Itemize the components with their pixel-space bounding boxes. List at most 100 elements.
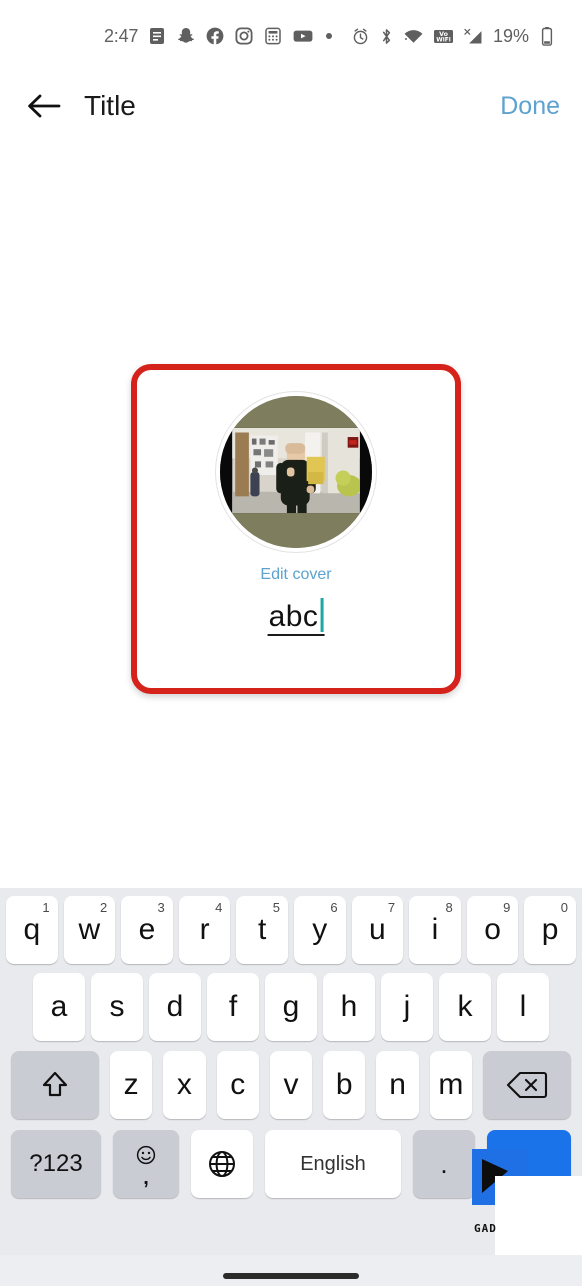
key-y[interactable]: 6y <box>293 896 346 964</box>
language-switch-key[interactable] <box>191 1130 253 1198</box>
key-j[interactable]: j <box>381 973 433 1041</box>
key-p-label: p <box>541 913 559 946</box>
backspace-key[interactable] <box>482 1051 571 1119</box>
key-v[interactable]: v <box>269 1051 313 1119</box>
cover-avatar[interactable] <box>216 392 376 552</box>
main-content: Edit cover abc <box>0 140 582 888</box>
text-caret <box>320 598 324 632</box>
key-q-label: q <box>23 913 41 946</box>
youtube-icon <box>292 26 314 46</box>
wifi-icon <box>403 27 424 46</box>
key-y-label: y <box>312 913 328 946</box>
key-i-number: 8 <box>445 900 453 915</box>
key-k[interactable]: k <box>439 973 491 1041</box>
key-w[interactable]: 2w <box>63 896 116 964</box>
key-g[interactable]: g <box>265 973 317 1041</box>
key-o-number: 9 <box>503 900 511 915</box>
battery-percent-label: 19% <box>492 25 529 46</box>
keyboard-row-3: z x c v b n m <box>0 1044 582 1122</box>
key-s[interactable]: s <box>91 973 143 1041</box>
status-bar-left-group: 2:47 <box>104 26 335 47</box>
emoji-comma-key[interactable]: , <box>113 1130 179 1198</box>
key-f[interactable]: f <box>207 973 259 1041</box>
key-r-number: 4 <box>215 900 223 915</box>
key-b-label: b <box>335 1068 353 1101</box>
key-f-label: f <box>228 990 238 1023</box>
facebook-icon <box>205 26 225 46</box>
key-e-label: e <box>138 913 156 946</box>
key-s-label: s <box>109 990 125 1023</box>
key-d-label: d <box>166 990 184 1023</box>
messages-icon <box>147 26 167 46</box>
key-t-label: t <box>258 913 267 946</box>
page-title: Title <box>84 90 136 121</box>
battery-icon <box>540 26 554 47</box>
snapchat-icon <box>176 26 196 46</box>
key-h[interactable]: h <box>323 973 375 1041</box>
key-d[interactable]: d <box>149 973 201 1041</box>
alarm-icon <box>351 27 370 46</box>
period-key[interactable]: . <box>413 1130 475 1198</box>
key-q[interactable]: 1q <box>6 896 58 964</box>
watermark-white-block <box>495 1176 582 1255</box>
key-t[interactable]: 5t <box>236 896 288 964</box>
key-w-label: w <box>78 913 101 946</box>
name-input-field[interactable]: abc <box>267 598 325 636</box>
key-m[interactable]: m <box>429 1051 472 1119</box>
status-bar-clock: 2:47 <box>104 25 139 46</box>
vowifi-icon: Vo WiFi <box>433 27 454 46</box>
shift-arrow-icon <box>42 1071 68 1097</box>
space-key-label: English <box>300 1153 366 1175</box>
space-key[interactable]: English <box>265 1130 401 1198</box>
key-p-number: 0 <box>560 900 568 915</box>
key-r[interactable]: 4r <box>178 896 231 964</box>
key-m-label: m <box>438 1068 464 1101</box>
done-button[interactable]: Done <box>500 92 560 121</box>
key-i[interactable]: 8i <box>409 896 461 964</box>
key-q-number: 1 <box>42 900 50 915</box>
symbols-key-label: ?123 <box>29 1150 83 1177</box>
key-x[interactable]: x <box>163 1051 206 1119</box>
key-p[interactable]: 0p <box>524 896 576 964</box>
highlight-annotation-box: Edit cover abc <box>131 364 461 694</box>
cover-image <box>220 396 372 548</box>
key-n[interactable]: n <box>376 1051 419 1119</box>
key-e[interactable]: 3e <box>121 896 173 964</box>
key-a[interactable]: a <box>33 973 85 1041</box>
phone-screen: 2:47 Vo WiFi 19% Title Done Edit cover a… <box>0 0 582 1286</box>
symbols-key[interactable]: ?123 <box>11 1130 101 1198</box>
status-bar-right-group: Vo WiFi 19% <box>351 26 554 47</box>
gesture-nav-pill[interactable] <box>223 1273 359 1279</box>
key-u-label: u <box>369 913 386 946</box>
key-l-label: l <box>519 990 527 1023</box>
back-arrow-icon <box>28 94 61 118</box>
key-k-label: k <box>457 990 473 1023</box>
shift-key[interactable] <box>11 1051 99 1119</box>
key-e-number: 3 <box>157 900 165 915</box>
app-bar: Title Done <box>0 72 582 140</box>
key-r-label: r <box>199 913 210 946</box>
bluetooth-icon <box>379 27 394 46</box>
key-c-label: c <box>230 1068 246 1101</box>
name-input-value: abc <box>268 599 319 633</box>
key-c[interactable]: c <box>216 1051 259 1119</box>
edit-cover-link[interactable]: Edit cover <box>137 566 455 584</box>
keyboard-row-2: a s d f g h j k l <box>0 966 582 1044</box>
key-z-label: z <box>123 1068 139 1101</box>
key-b[interactable]: b <box>323 1051 366 1119</box>
key-n-label: n <box>389 1068 406 1101</box>
key-o-label: o <box>484 913 501 946</box>
back-button[interactable] <box>22 84 66 128</box>
key-g-label: g <box>282 990 300 1023</box>
key-z[interactable]: z <box>110 1051 153 1119</box>
key-a-label: a <box>50 990 68 1023</box>
keyboard-row-1: 1q 2w 3e 4r 5t 6y 7u 8i 9o 0p <box>0 888 582 966</box>
cellular-signal-no-service-icon <box>463 27 484 46</box>
key-h-label: h <box>340 990 358 1023</box>
watermark-text: GAD <box>474 1222 497 1235</box>
key-u[interactable]: 7u <box>351 896 404 964</box>
key-l[interactable]: l <box>497 973 549 1041</box>
key-o[interactable]: 9o <box>466 896 519 964</box>
status-bar: 2:47 Vo WiFi 19% <box>0 0 582 72</box>
svg-text:WiFi: WiFi <box>436 37 451 43</box>
